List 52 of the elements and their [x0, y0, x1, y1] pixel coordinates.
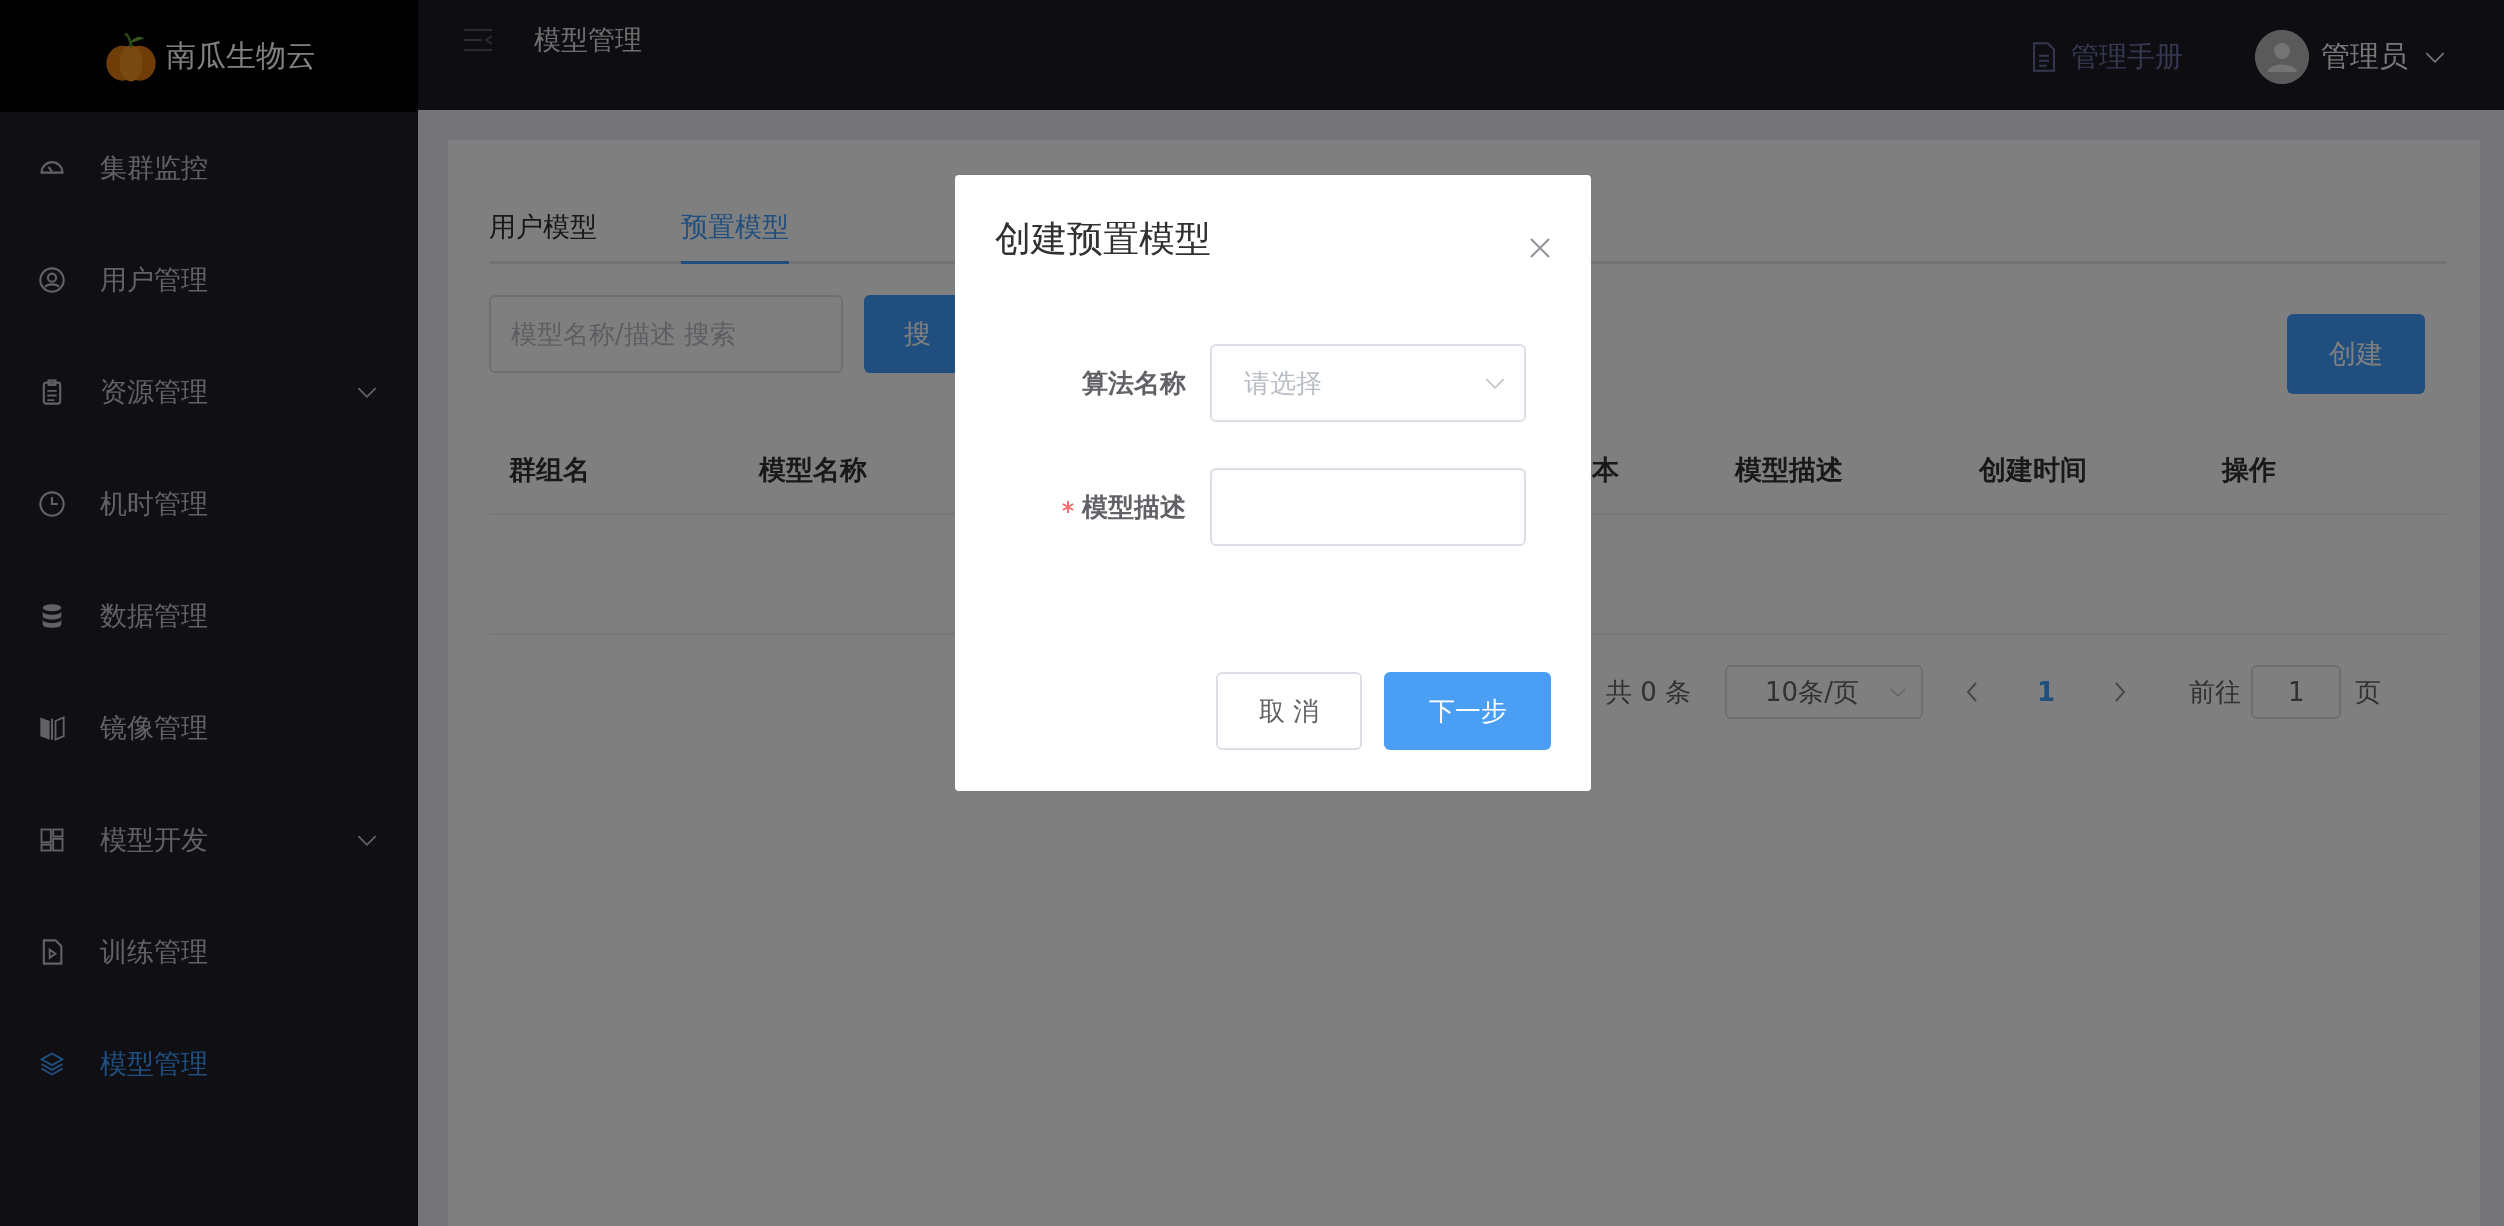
total-count: 共 0 条	[1606, 675, 1692, 709]
page-size-select[interactable]: 10条/页	[1725, 665, 1924, 719]
goto-label: 前往	[2189, 675, 2242, 709]
create-button[interactable]: 创建	[2287, 314, 2425, 394]
avatar-icon	[2255, 30, 2309, 84]
column-header: 群组名	[509, 453, 590, 485]
menu-icon[interactable]	[462, 26, 494, 54]
sidebar-item[interactable]: 资源管理	[0, 336, 418, 448]
sidebar-item[interactable]: 模型管理	[0, 1008, 418, 1120]
next-page-icon[interactable]	[2113, 681, 2128, 703]
tab[interactable]: 用户模型	[489, 195, 597, 264]
close-icon[interactable]	[1529, 237, 1551, 259]
layers-icon	[38, 1050, 66, 1078]
panels-icon	[38, 714, 66, 742]
cancel-button[interactable]: 取 消	[1216, 672, 1362, 750]
page-number[interactable]: 1	[2037, 677, 2056, 707]
sidebar-item[interactable]: 用户管理	[0, 224, 418, 336]
page-input[interactable]: 1	[2251, 665, 2342, 719]
algorithm-select[interactable]: 请选择	[1210, 344, 1526, 422]
next-button[interactable]: 下一步	[1384, 672, 1551, 750]
caret-icon	[1889, 686, 1908, 698]
user-menu[interactable]: 管理员	[2255, 30, 2446, 84]
description-field[interactable]	[1210, 468, 1526, 546]
sidebar-item[interactable]: 模型开发	[0, 784, 418, 896]
column-header: 操作	[2222, 453, 2276, 485]
field-label: 模型描述	[1082, 490, 1186, 524]
field-label: 算法名称	[1082, 366, 1186, 400]
page-title: 模型管理	[534, 23, 642, 57]
manual-link[interactable]: 管理手册	[2031, 38, 2183, 76]
caret-icon	[1484, 376, 1506, 390]
sidebar-item[interactable]: 训练管理	[0, 896, 418, 1008]
document-icon	[2031, 42, 2057, 72]
column-header: 本	[1592, 453, 1619, 485]
caret-icon	[356, 833, 378, 847]
column-header: 模型名称	[759, 453, 867, 485]
column-header: 创建时间	[1979, 453, 2087, 485]
user-icon	[38, 266, 66, 294]
caret-icon	[356, 385, 378, 399]
dialog-title: 创建预置模型	[995, 217, 1211, 261]
caret-icon	[2424, 50, 2446, 64]
previous-page-icon[interactable]	[1965, 681, 1980, 703]
clock-icon	[38, 490, 66, 518]
column-header: 模型描述	[1735, 453, 1843, 485]
sidebar-item[interactable]: 数据管理	[0, 560, 418, 672]
tab[interactable]: 预置模型	[681, 195, 789, 264]
required-icon	[1062, 501, 1074, 513]
sidebar-item[interactable]: 机时管理	[0, 448, 418, 560]
grid-icon	[38, 826, 66, 854]
sidebar-item[interactable]: 镜像管理	[0, 672, 418, 784]
page-suffix: 页	[2355, 675, 2382, 709]
brand-name: 南瓜生物云	[166, 36, 316, 75]
sidebar-item[interactable]: 集群监控	[0, 112, 418, 224]
